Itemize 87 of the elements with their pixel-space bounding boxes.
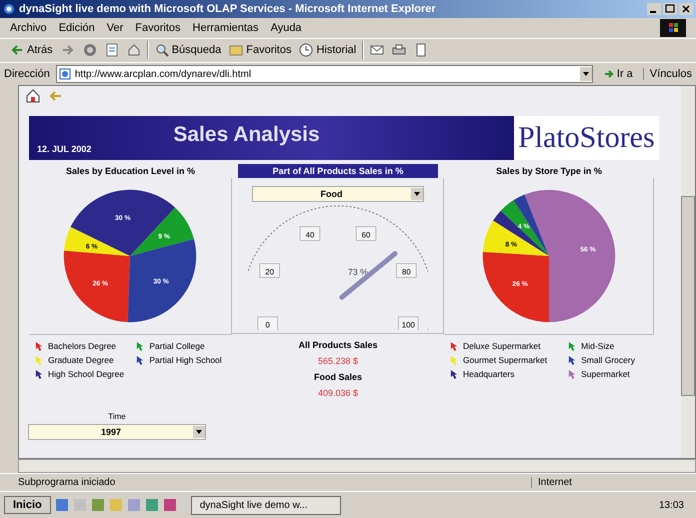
- tick-label: 40: [299, 226, 320, 241]
- legend-cursor-icon: [136, 355, 146, 366]
- quick-launch-icon[interactable]: [54, 498, 69, 512]
- legend-cursor-icon: [35, 369, 44, 380]
- menu-item[interactable]: Ver: [106, 22, 124, 34]
- back-arrow-icon: [10, 43, 24, 58]
- total-label: All Products Sales: [298, 340, 378, 350]
- taskbar-button[interactable]: dynaSight live demo w...: [190, 496, 341, 515]
- quick-launch-icon[interactable]: [162, 498, 177, 512]
- home-icon[interactable]: [25, 88, 41, 104]
- legend-label: Gourmet Supermarket: [463, 355, 548, 366]
- browser-icon: [3, 2, 15, 15]
- status-text: Subprograma iniciado: [18, 476, 116, 488]
- chart-title: Sales by Education Level in %: [64, 165, 196, 178]
- quick-launch-icon[interactable]: [90, 498, 105, 512]
- total-value: 409.036 $: [318, 388, 358, 398]
- document-icon: [414, 43, 428, 58]
- stop-icon: [82, 43, 97, 58]
- legend-label: Supermarket: [581, 369, 630, 380]
- legend-label: Partial College: [149, 341, 205, 352]
- address-field[interactable]: http://www.arcplan.com/dynarev/dli.html: [56, 65, 593, 84]
- zone-label: Internet: [531, 476, 678, 488]
- tick-label: 100: [398, 316, 418, 330]
- legend-label: Mid-Size: [581, 341, 614, 352]
- links-label[interactable]: Vínculos: [642, 68, 692, 80]
- logo: PlatoStores: [514, 116, 659, 160]
- maximize-icon[interactable]: [663, 2, 677, 15]
- gauge-needle: [338, 251, 398, 300]
- favorites-button[interactable]: Favoritos: [227, 42, 294, 58]
- minimize-icon[interactable]: [647, 2, 661, 15]
- tick-label: 20: [259, 263, 280, 278]
- legend-cursor-icon: [35, 341, 44, 352]
- total-label: Food Sales: [314, 372, 362, 382]
- back-button[interactable]: Atrás: [8, 42, 55, 58]
- menu-item[interactable]: Herramientas: [192, 22, 259, 34]
- arrow-icon: [602, 68, 615, 80]
- home-icon: [126, 43, 141, 58]
- legend-label: High School Degree: [48, 369, 124, 380]
- menu-item[interactable]: Edición: [58, 22, 95, 34]
- product-dropdown[interactable]: Food: [252, 186, 424, 202]
- menu-item[interactable]: Ayuda: [270, 22, 302, 34]
- time-label: Time: [108, 412, 126, 422]
- legend-label: Deluxe Supermarket: [463, 341, 540, 352]
- legend-label: Headquarters: [463, 369, 515, 380]
- legend-label: Small Grocery: [581, 355, 635, 366]
- forward-arrow-icon: [60, 43, 75, 58]
- clock-icon: [299, 43, 314, 58]
- date-label: 12. JUL 2002: [37, 144, 92, 154]
- total-value: 565.238 $: [318, 356, 358, 366]
- legend-label: Graduate Degree: [48, 355, 114, 366]
- tick-label: 0: [257, 316, 278, 330]
- dashboard-title: Sales Analysis: [173, 123, 320, 148]
- menu-item[interactable]: Favoritos: [135, 22, 181, 34]
- legend-cursor-icon: [450, 341, 459, 352]
- legend-cursor-icon: [450, 369, 459, 380]
- page-icon: [104, 43, 119, 58]
- menu-item[interactable]: Archivo: [10, 22, 47, 34]
- history-button[interactable]: Historial: [297, 42, 358, 58]
- go-button[interactable]: Ir a: [598, 68, 637, 80]
- time-dropdown[interactable]: 1997: [28, 424, 206, 440]
- clock: 13:03: [658, 500, 685, 511]
- legend-cursor-icon: [568, 355, 578, 366]
- horizontal-scrollbar[interactable]: [18, 458, 696, 473]
- legend-cursor-icon: [450, 355, 459, 366]
- windows-logo-icon: [660, 18, 686, 37]
- legend-label: Bachelors Degree: [48, 341, 116, 352]
- start-button[interactable]: Inicio: [4, 496, 51, 514]
- gauge-title: Part of All Products Sales in %: [238, 164, 438, 178]
- tick-label: 80: [396, 263, 416, 278]
- search-icon: [154, 43, 169, 58]
- printer-icon: [392, 43, 406, 58]
- legend-cursor-icon: [136, 341, 146, 352]
- mail-icon: [370, 43, 384, 58]
- chart-title: Sales by Store Type in %: [495, 165, 603, 178]
- legend-label: Partial High School: [149, 355, 222, 366]
- legend-cursor-icon: [35, 355, 44, 366]
- tick-label: 60: [355, 226, 376, 241]
- address-label: Dirección: [4, 68, 50, 80]
- page-icon: [58, 68, 71, 80]
- search-button[interactable]: Búsqueda: [152, 42, 224, 58]
- window-title: dynaSight live demo with Microsoft OLAP Services - Microsoft Internet Explorer: [19, 2, 437, 15]
- legend-cursor-icon: [568, 369, 578, 380]
- quick-launch-icon[interactable]: [144, 498, 159, 512]
- close-icon[interactable]: [679, 2, 693, 15]
- vertical-scrollbar[interactable]: [681, 86, 695, 458]
- legend-cursor-icon: [568, 341, 578, 352]
- folder-icon: [229, 43, 244, 58]
